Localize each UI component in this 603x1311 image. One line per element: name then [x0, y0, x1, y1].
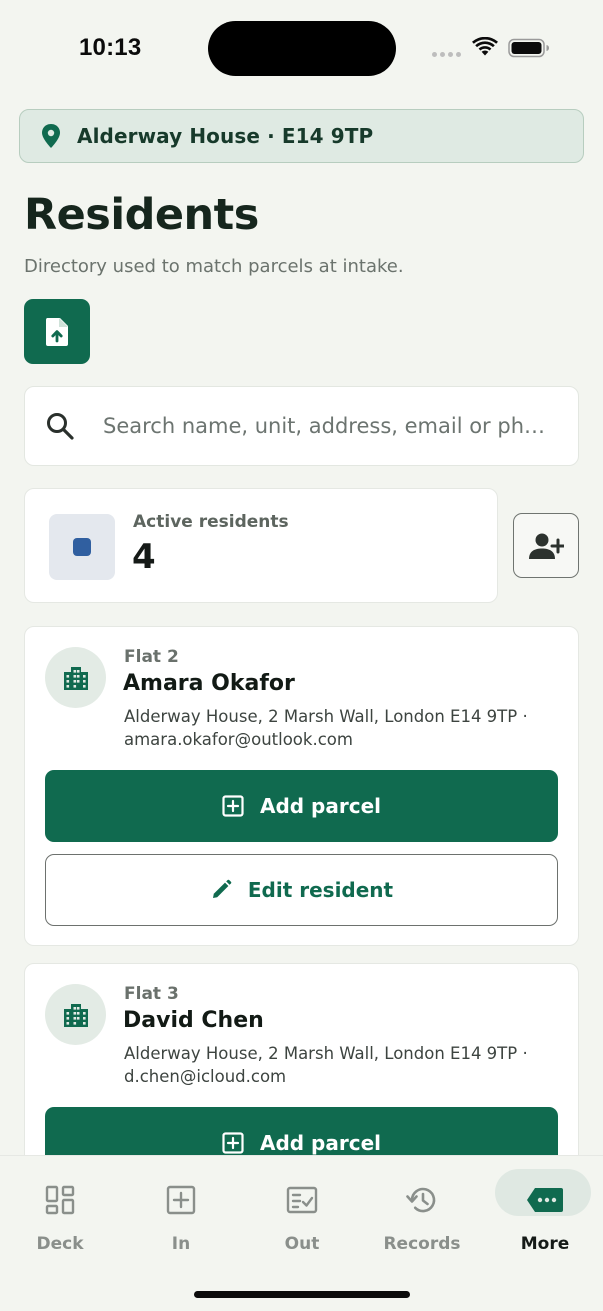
resident-name: David Chen	[123, 1008, 264, 1033]
home-indicator	[194, 1291, 410, 1298]
signal-icon	[432, 52, 461, 57]
tab-label: Out	[284, 1234, 320, 1254]
add-parcel-button[interactable]: Add parcel	[45, 770, 558, 842]
battery-icon	[508, 38, 549, 58]
resident-avatar	[45, 984, 106, 1045]
status-swatch	[49, 514, 115, 580]
edit-resident-label: Edit resident	[247, 878, 394, 902]
resident-unit: Flat 3	[124, 984, 179, 1004]
dynamic-island	[208, 21, 396, 76]
stat-value: 4	[132, 537, 156, 577]
tab-deck[interactable]: Deck	[10, 1168, 110, 1263]
search-box[interactable]	[24, 386, 579, 466]
add-person-icon	[529, 533, 564, 559]
resident-address: Alderway House, 2 Marsh Wall, London E14…	[124, 1044, 528, 1086]
file-upload-icon	[45, 317, 68, 346]
ticket-icon	[527, 1188, 563, 1212]
resident-name: Amara Okafor	[123, 671, 295, 696]
building-icon	[63, 666, 88, 690]
status-bar: 10:13	[0, 0, 603, 96]
building-icon	[63, 1003, 88, 1027]
plus-square-icon	[222, 1132, 244, 1154]
tab-out[interactable]: Out	[252, 1168, 352, 1263]
add-resident-button[interactable]	[513, 513, 579, 578]
location-banner[interactable]: Alderway House · E14 9TP	[19, 109, 584, 163]
plus-square-icon	[222, 795, 244, 817]
dashboard-icon	[45, 1185, 75, 1215]
resident-avatar	[45, 647, 106, 708]
resident-unit: Flat 2	[124, 647, 179, 667]
status-time: 10:13	[79, 34, 142, 61]
stat-label: Active residents	[133, 512, 289, 532]
tab-records[interactable]: Records	[372, 1168, 472, 1263]
tab-label: In	[171, 1234, 191, 1254]
page-subtitle: Directory used to match parcels at intak…	[24, 256, 404, 277]
location-label: Alderway House · E14 9TP	[77, 124, 374, 148]
import-file-button[interactable]	[24, 299, 90, 364]
location-pin-icon	[42, 124, 60, 148]
add-parcel-label: Add parcel	[259, 1131, 382, 1155]
wifi-icon	[472, 37, 498, 56]
search-input[interactable]	[103, 414, 578, 438]
tab-more[interactable]: More	[495, 1168, 595, 1263]
resident-address: Alderway House, 2 Marsh Wall, London E14…	[124, 707, 528, 749]
resident-card: Flat 2 Amara Okafor Alderway House, 2 Ma…	[24, 626, 579, 946]
checklist-icon	[286, 1186, 318, 1214]
tab-label: More	[520, 1234, 570, 1254]
tab-label: Records	[383, 1234, 461, 1254]
page-title: Residents	[24, 190, 259, 240]
active-residents-card: Active residents 4	[24, 488, 498, 603]
search-icon	[47, 413, 74, 440]
pencil-icon	[212, 879, 232, 898]
tab-bar: Deck In Out Records More	[0, 1155, 603, 1311]
tab-in[interactable]: In	[131, 1168, 231, 1263]
tab-label: Deck	[36, 1234, 84, 1254]
add-parcel-label: Add parcel	[259, 794, 382, 818]
history-icon	[406, 1187, 436, 1213]
plus-square-icon	[166, 1185, 196, 1215]
edit-resident-button[interactable]: Edit resident	[45, 854, 558, 926]
